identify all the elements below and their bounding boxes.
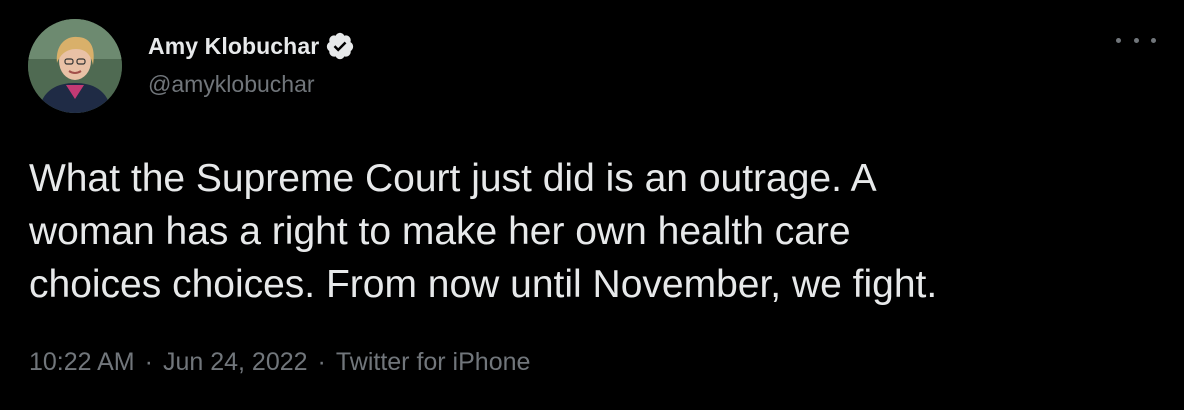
tweet-card: Amy Klobuchar @amyklobuchar What the Sup… <box>0 0 1184 410</box>
author-display-name[interactable]: Amy Klobuchar <box>148 33 319 60</box>
author-name-row: Amy Klobuchar <box>148 30 355 62</box>
tweet-source[interactable]: Twitter for iPhone <box>336 348 531 377</box>
dot <box>1151 37 1156 43</box>
dot <box>1116 37 1121 43</box>
tweet-text: What the Supreme Court just did is an ou… <box>29 157 938 306</box>
avatar[interactable] <box>28 19 122 113</box>
meta-separator: · <box>144 348 153 376</box>
tweet-meta: 10:22 AM · Jun 24, 2022 · Twitter for iP… <box>29 348 530 377</box>
author-handle[interactable]: @amyklobuchar <box>148 71 315 98</box>
tweet-date[interactable]: Jun 24, 2022 <box>163 348 308 377</box>
tweet-time[interactable]: 10:22 AM <box>29 348 135 377</box>
verified-badge-icon <box>325 31 355 61</box>
dot <box>1133 37 1139 43</box>
meta-separator: · <box>317 348 326 376</box>
more-options-icon[interactable] <box>1116 28 1156 52</box>
